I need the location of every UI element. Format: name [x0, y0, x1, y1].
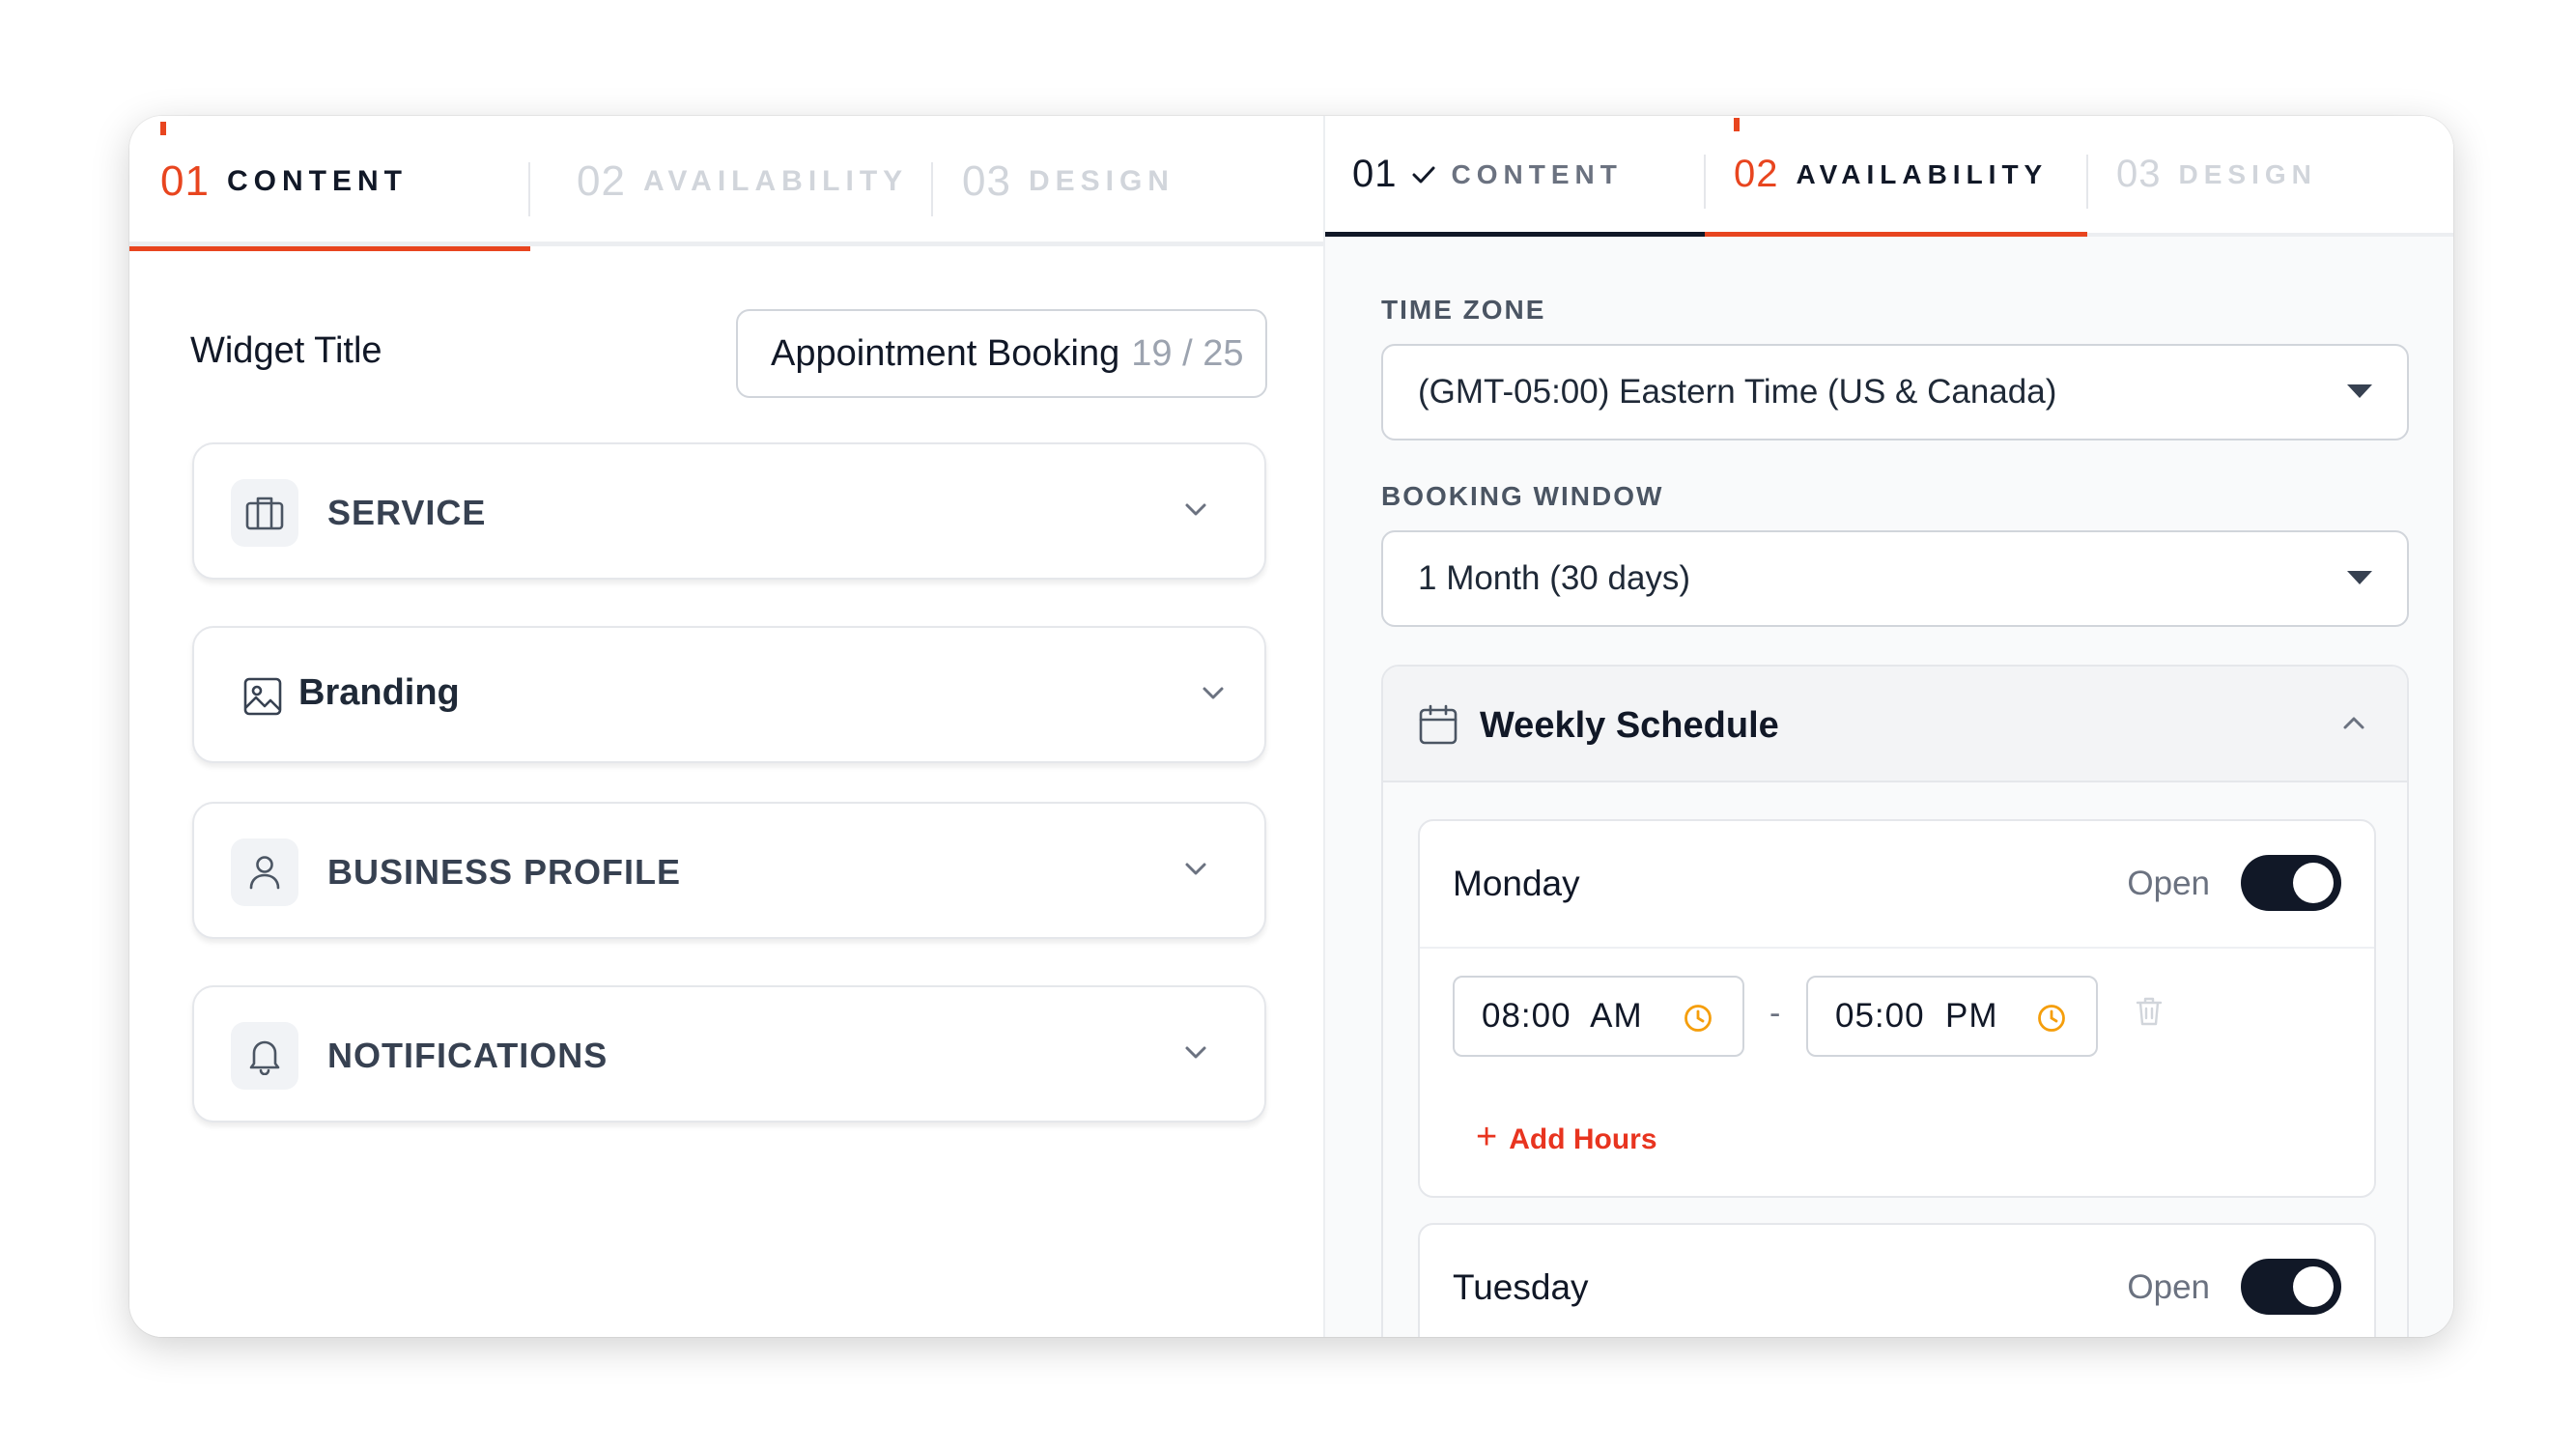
tab-content[interactable]: 01 CONTENT	[1323, 116, 1705, 237]
trash-icon[interactable]	[2135, 995, 2164, 1028]
app-window: 01 CONTENT 02 AVAILABILITY 03 DESIGN Wid…	[129, 116, 2453, 1337]
weekly-schedule-section: Weekly Schedule Monday Open 08:00 AM - 0…	[1381, 665, 2409, 1337]
start-time-input[interactable]: 08:00 AM	[1453, 976, 1744, 1057]
completed-tab-underline	[1323, 232, 1705, 237]
accordion-service[interactable]: SERVICE	[192, 442, 1266, 580]
calendar-icon	[1419, 704, 1458, 745]
caret-down-icon	[2347, 384, 2372, 398]
tab-divider	[2086, 155, 2088, 209]
widget-title-input[interactable]: Appointment Booking 19 / 25	[736, 309, 1267, 398]
tab-number: 02	[577, 156, 626, 205]
tab-number: 01	[160, 156, 210, 205]
chevron-down-icon	[1185, 1046, 1206, 1059]
clock-icon	[2038, 1005, 2065, 1032]
active-tab-marker	[1734, 118, 1740, 131]
start-time-value: 08:00 AM	[1482, 997, 1643, 1035]
day-open-toggle[interactable]	[2241, 1259, 2341, 1315]
weekly-schedule-header[interactable]: Weekly Schedule	[1383, 667, 2407, 782]
day-name: Monday	[1453, 864, 1580, 903]
toggle-knob	[2293, 1266, 2334, 1307]
active-tab-underline	[1705, 232, 2087, 237]
day-status: Open	[2127, 865, 2210, 902]
tab-label: DESIGN	[2178, 158, 2317, 189]
tab-label: AVAILABILITY	[642, 164, 909, 197]
tab-number: 03	[962, 156, 1011, 205]
chevron-down-icon	[1185, 503, 1206, 516]
add-hours-button[interactable]: + Add Hours	[1476, 1117, 1657, 1158]
day-open-toggle[interactable]	[2241, 855, 2341, 911]
tab-availability[interactable]: 02 AVAILABILITY	[1705, 116, 2087, 237]
tab-label: CONTENT	[226, 164, 408, 197]
caret-down-icon	[2347, 571, 2372, 584]
tab-design[interactable]: 03 DESIGN	[2087, 116, 2453, 233]
day-name: Tuesday	[1453, 1267, 1589, 1307]
widget-title-label: Widget Title	[190, 330, 382, 371]
step-tabs: 01 CONTENT 02 AVAILABILITY 03 DESIGN	[1323, 116, 2453, 237]
booking-window-label: BOOKING WINDOW	[1381, 481, 1664, 511]
tab-divider	[528, 162, 530, 216]
plus-icon: +	[1476, 1117, 1498, 1157]
briefcase-icon	[231, 479, 298, 547]
day-status: Open	[2127, 1268, 2210, 1306]
active-tab-underline	[129, 246, 530, 251]
accordion-title: Branding	[298, 672, 460, 713]
image-icon	[229, 663, 297, 730]
tab-availability[interactable]: 02 AVAILABILITY	[530, 116, 933, 246]
divider	[1420, 947, 2374, 949]
time-zone-value: (GMT-05:00) Eastern Time (US & Canada)	[1418, 373, 2057, 411]
accordion-business-profile[interactable]: BUSINESS PROFILE	[192, 802, 1266, 939]
end-time-value: 05:00 PM	[1835, 997, 1998, 1035]
day-card-tuesday: Tuesday Open	[1418, 1223, 2376, 1337]
toggle-knob	[2293, 863, 2334, 903]
accordion-title: BUSINESS PROFILE	[327, 852, 682, 892]
chevron-up-icon[interactable]	[2339, 709, 2368, 738]
user-icon	[231, 838, 298, 906]
accordion-branding[interactable]: Branding	[192, 626, 1266, 763]
booking-window-value: 1 Month (30 days)	[1418, 559, 1691, 597]
end-time-input[interactable]: 05:00 PM	[1806, 976, 2098, 1057]
tab-divider	[1704, 155, 1706, 209]
add-hours-label: Add Hours	[1509, 1122, 1657, 1155]
weekly-schedule-title: Weekly Schedule	[1480, 705, 1779, 746]
time-range-separator: -	[1769, 995, 1781, 1032]
time-zone-select[interactable]: (GMT-05:00) Eastern Time (US & Canada)	[1381, 344, 2409, 440]
character-counter: 19 / 25	[1131, 332, 1244, 374]
tab-number: 02	[1734, 153, 1779, 195]
accordion-notifications[interactable]: NOTIFICATIONS	[192, 985, 1266, 1122]
accordion-title: NOTIFICATIONS	[327, 1036, 609, 1075]
tab-label: DESIGN	[1028, 164, 1175, 197]
chevron-down-icon	[1203, 687, 1224, 699]
chevron-down-icon	[1185, 863, 1206, 875]
booking-window-select[interactable]: 1 Month (30 days)	[1381, 530, 2409, 627]
tab-design[interactable]: 03 DESIGN	[933, 116, 1323, 246]
step-tabs: 01 CONTENT 02 AVAILABILITY 03 DESIGN	[129, 116, 1323, 251]
tab-number: 03	[2116, 153, 2162, 195]
content-panel: 01 CONTENT 02 AVAILABILITY 03 DESIGN Wid…	[129, 116, 1323, 1337]
accordion-title: SERVICE	[327, 493, 487, 532]
time-zone-label: TIME ZONE	[1381, 295, 1546, 325]
day-card-monday: Monday Open 08:00 AM - 05:00 PM + Add Ho…	[1418, 819, 2376, 1198]
availability-panel: 01 CONTENT 02 AVAILABILITY 03 DESIGN TIM…	[1323, 116, 2453, 1337]
tab-label: CONTENT	[1451, 158, 1623, 189]
tab-row: 01 CONTENT 02 AVAILABILITY 03 DESIGN	[1323, 116, 2453, 246]
clock-icon	[1684, 1005, 1712, 1032]
tab-number: 01	[1352, 153, 1398, 195]
check-icon	[1412, 166, 1434, 183]
bell-icon	[231, 1022, 298, 1090]
panel-divider	[1323, 116, 1325, 1337]
widget-title-value: Appointment Booking	[771, 332, 1120, 374]
active-tab-marker	[160, 122, 166, 135]
tab-divider	[931, 162, 933, 216]
tab-content[interactable]: 01 CONTENT	[129, 116, 530, 251]
tab-label: AVAILABILITY	[1796, 158, 2049, 189]
